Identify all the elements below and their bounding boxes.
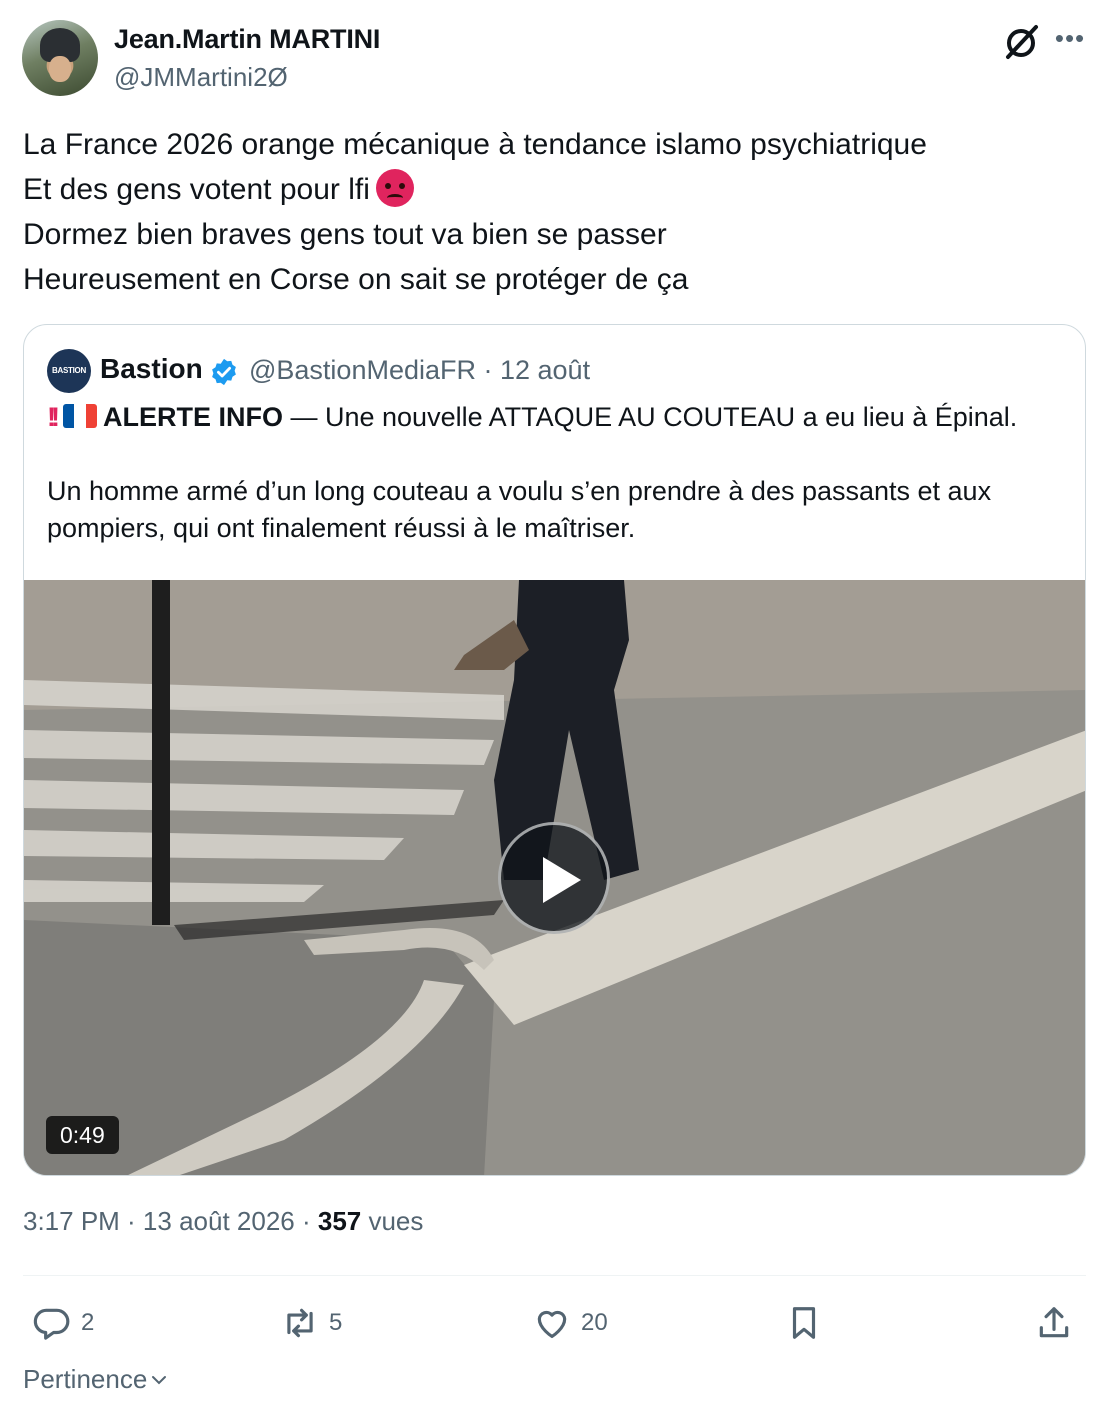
repost-icon bbox=[287, 1308, 313, 1338]
quoted-author-handle-date: @BastionMediaFR · 12 août bbox=[249, 355, 591, 385]
avatar-face bbox=[49, 56, 71, 82]
grok-icon[interactable] bbox=[1002, 22, 1042, 62]
more-options-icon[interactable]: ••• bbox=[1054, 25, 1086, 54]
tweet-text: La France 2026 orange mécanique à tendan… bbox=[23, 122, 1083, 302]
like-count: 20 bbox=[581, 1309, 608, 1336]
video-player[interactable]: 0:49 bbox=[24, 580, 1085, 1175]
repost-button[interactable]: 5 bbox=[281, 1296, 342, 1350]
replies-sort-dropdown[interactable]: Pertinence bbox=[23, 1364, 169, 1395]
quoted-author-avatar[interactable]: BASTION bbox=[47, 349, 91, 393]
reply-icon bbox=[33, 1308, 70, 1340]
alert-label: ALERTE INFO bbox=[102, 402, 283, 432]
views-label: vues bbox=[361, 1206, 424, 1236]
tweet-meta: 3:17 PM · 13 août 2026 · 357 vues bbox=[23, 1206, 423, 1237]
quoted-tweet-text: !! ALERTE INFO — Une nouvelle ATTAQUE AU … bbox=[47, 399, 1072, 547]
bookmark-icon bbox=[792, 1307, 816, 1339]
like-button[interactable]: 20 bbox=[533, 1296, 608, 1350]
tweet-line-2: Et des gens votent pour lfi bbox=[23, 167, 1083, 212]
author-avatar[interactable] bbox=[22, 20, 98, 96]
bookmark-button[interactable] bbox=[785, 1296, 833, 1350]
tweet-line-1: La France 2026 orange mécanique à tendan… bbox=[23, 128, 927, 161]
quoted-author-name[interactable]: Bastion bbox=[100, 353, 203, 385]
divider bbox=[23, 1275, 1086, 1276]
share-button[interactable] bbox=[1035, 1296, 1083, 1350]
france-flag-icon bbox=[62, 404, 97, 428]
author-name[interactable]: Jean.Martin MARTINI bbox=[114, 24, 380, 55]
tweet-line-4: Heureusement en Corse on sait se protége… bbox=[23, 263, 689, 296]
quoted-tweet[interactable]: BASTION Bastion @BastionMediaFR · 12 aoû… bbox=[23, 324, 1086, 1176]
reply-button[interactable]: 2 bbox=[33, 1296, 94, 1350]
quoted-tweet-header: BASTION Bastion @BastionMediaFR · 12 aoû… bbox=[47, 347, 1047, 393]
verified-badge-icon bbox=[212, 358, 236, 386]
quoted-body: Un homme armé d’un long couteau a voulu … bbox=[47, 476, 992, 543]
tweet-header: Jean.Martin MARTINI @JMMartini2Ø ••• bbox=[22, 20, 1086, 100]
alert-text: — Une nouvelle ATTAQUE AU COUTEAU a eu l… bbox=[282, 402, 1018, 432]
chevron-down-icon bbox=[152, 1376, 167, 1385]
video-duration: 0:49 bbox=[46, 1116, 119, 1154]
angry-face-icon bbox=[375, 169, 414, 207]
share-icon bbox=[1039, 1307, 1069, 1338]
author-handle[interactable]: @JMMartini2Ø bbox=[114, 62, 288, 93]
repost-count: 5 bbox=[329, 1309, 343, 1336]
sort-label: Pertinence bbox=[23, 1364, 148, 1394]
heart-icon bbox=[537, 1310, 567, 1339]
views-count: 357 bbox=[317, 1206, 362, 1236]
alert-line: !! ALERTE INFO — Une nouvelle ATTAQUE AU … bbox=[47, 399, 1072, 436]
double-exclamation-icon: !! bbox=[47, 402, 60, 432]
tweet-line-3: Dormez bien braves gens tout va bien se … bbox=[23, 218, 667, 251]
timestamp[interactable]: 3:17 PM · 13 août 2026 · bbox=[23, 1206, 318, 1236]
play-button[interactable] bbox=[498, 822, 610, 934]
reply-count: 2 bbox=[81, 1309, 95, 1336]
action-bar: 2 5 20 bbox=[23, 1296, 1086, 1350]
tweet-line-2-text: Et des gens votent pour lfi bbox=[23, 173, 370, 206]
